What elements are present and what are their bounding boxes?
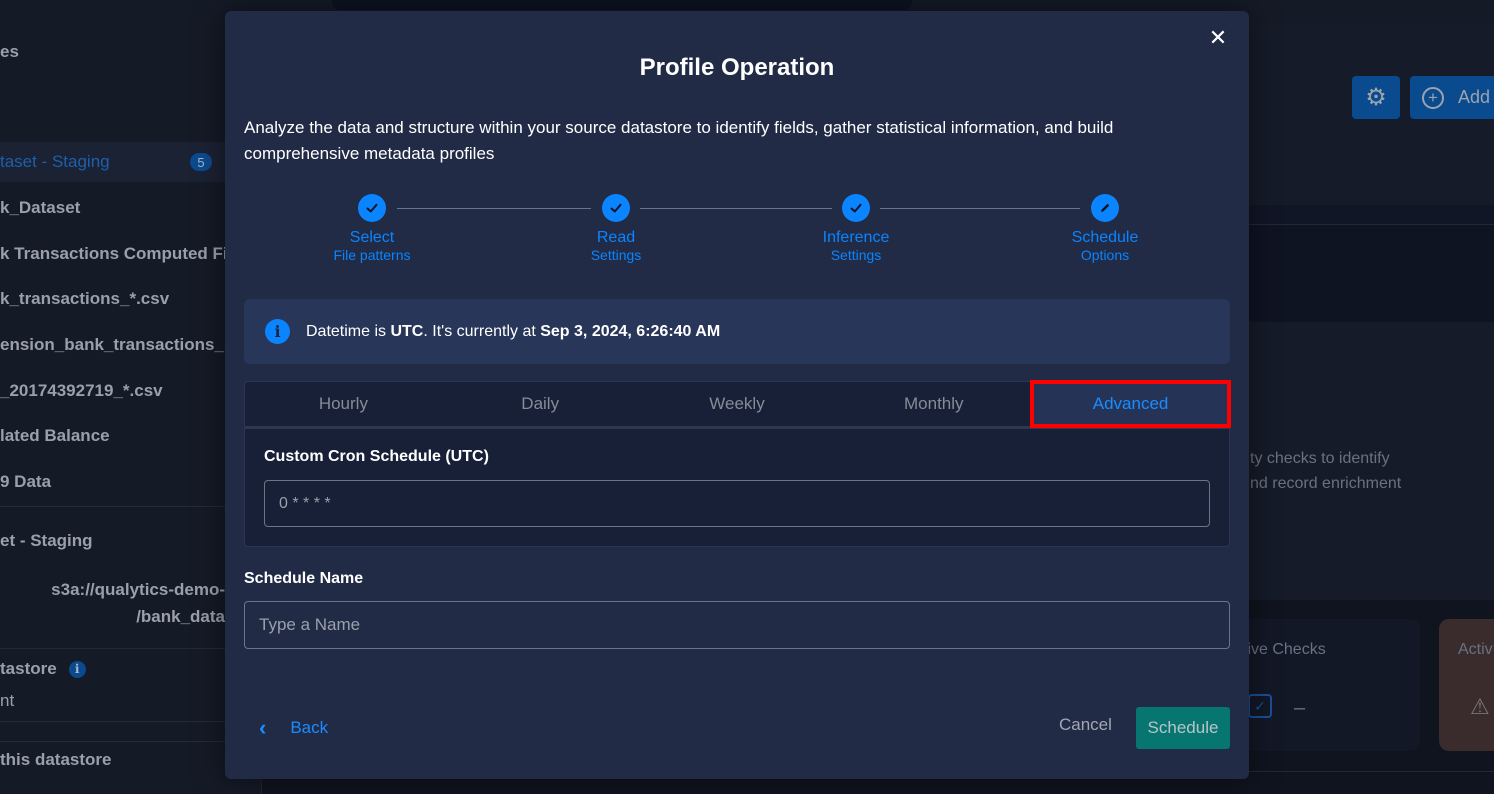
check-icon <box>602 194 630 222</box>
sidebar-item-label: k_Dataset <box>0 198 81 217</box>
sidebar-item[interactable]: es <box>0 32 262 72</box>
step-sublabel: Settings <box>590 247 642 263</box>
divider <box>0 721 262 722</box>
sidebar-item[interactable]: et - Staging <box>0 521 262 561</box>
sidebar-item[interactable]: k Transactions Computed Fil <box>0 234 262 274</box>
info-prefix: Datetime is <box>306 322 391 340</box>
info-icon: i <box>265 319 290 344</box>
check-icon <box>842 194 870 222</box>
sidebar-item-label: k Transactions Computed Fil <box>0 244 233 263</box>
description-line: nd record enrichment <box>1250 475 1402 492</box>
step-schedule-options[interactable]: Schedule Options <box>1025 194 1185 264</box>
datastore-path-line1: s3a://qualytics-demo- <box>51 580 225 599</box>
sidebar-item-label: k_transactions_*.csv <box>0 289 170 308</box>
sidebar-item[interactable]: lated Balance <box>0 416 262 456</box>
sidebar-item-label: taset - Staging <box>0 152 110 171</box>
sidebar-item-label: es <box>0 42 19 61</box>
dialog-description: Analyze the data and structure within yo… <box>244 118 1114 163</box>
back-button-label: Back <box>290 718 329 737</box>
step-label: Select <box>349 229 395 246</box>
info-timezone: UTC <box>390 322 424 340</box>
step-label: Read <box>596 229 636 246</box>
background-description: ty checks to identify nd record enrichme… <box>1250 446 1401 496</box>
sidebar-footer-item[interactable]: this datastore <box>0 740 262 780</box>
info-icon[interactable]: i <box>68 660 86 678</box>
datastore-label: tastore <box>0 659 57 678</box>
count-badge: 5 <box>190 153 212 171</box>
plus-circle-icon: + <box>1422 86 1444 109</box>
warning-icon: ⚠ <box>1470 694 1490 719</box>
schedule-button[interactable]: Schedule <box>1136 707 1230 749</box>
chevron-left-icon: ‹ <box>259 715 267 740</box>
datastore-value: nt <box>0 681 262 721</box>
checkbox-icon: ✓ <box>1248 694 1272 718</box>
sidebar-item-label: et - Staging <box>0 531 93 550</box>
tab-daily[interactable]: Daily <box>442 382 639 426</box>
sidebar-item[interactable]: ension_bank_transactions_ <box>0 325 262 365</box>
sidebar-item-label: _20174392719_*.csv <box>0 381 163 400</box>
step-select-file-patterns[interactable]: Select File patterns <box>292 194 452 264</box>
sidebar-item[interactable]: k_transactions_*.csv <box>0 279 262 319</box>
pencil-icon <box>1091 194 1119 222</box>
datastore-path-line2: /bank_data <box>136 607 225 626</box>
step-label: Schedule <box>1071 229 1139 246</box>
timezone-info-text: Datetime is UTC. It's currently at Sep 3… <box>306 323 720 341</box>
step-sublabel: File patterns <box>333 247 411 263</box>
tab-weekly[interactable]: Weekly <box>639 382 836 426</box>
sidebar: es taset - Staging 5 k_Dataset k Transac… <box>0 24 262 794</box>
close-icon[interactable]: ✕ <box>1207 25 1229 50</box>
back-button[interactable]: ‹ Back <box>259 715 328 741</box>
divider <box>0 506 262 507</box>
step-sublabel: Options <box>1080 247 1130 263</box>
active-anomalies-card[interactable]: Activ <box>1439 619 1494 751</box>
cancel-button[interactable]: Cancel <box>1059 715 1112 735</box>
gear-icon: ⚙ <box>1365 84 1387 111</box>
cron-schedule-input[interactable] <box>264 480 1210 527</box>
tab-hourly[interactable]: Hourly <box>245 382 442 426</box>
step-sublabel: Settings <box>830 247 882 263</box>
sidebar-item-active-datastore[interactable]: taset - Staging 5 <box>0 142 262 182</box>
info-middle: . It's currently at <box>423 322 541 340</box>
datastore-value-text: nt <box>0 691 15 710</box>
dialog-title: Profile Operation <box>639 54 835 81</box>
settings-button[interactable]: ⚙ <box>1352 76 1400 119</box>
schedule-frequency-panel: Hourly Daily Weekly Monthly Advanced Cus… <box>244 380 1231 547</box>
add-button[interactable]: + Add <box>1410 76 1494 119</box>
profile-operation-dialog: ✕ Profile Operation Analyze the data and… <box>225 11 1249 779</box>
schedule-tabs: Hourly Daily Weekly Monthly Advanced <box>245 380 1231 429</box>
step-inference-settings[interactable]: Inference Settings <box>776 194 936 264</box>
info-datetime: Sep 3, 2024, 6:26:40 AM <box>540 322 721 340</box>
sidebar-footer-label: this datastore <box>0 750 112 769</box>
step-read-settings[interactable]: Read Settings <box>536 194 696 264</box>
sidebar-item-label: ension_bank_transactions_ <box>0 335 224 354</box>
timezone-info-banner: i Datetime is UTC. It's currently at Sep… <box>244 299 1230 364</box>
sidebar-item-label: 9 Data <box>0 472 52 491</box>
description-line: ty checks to identify <box>1250 450 1390 467</box>
sidebar-item[interactable]: _20174392719_*.csv <box>0 371 262 411</box>
tab-monthly[interactable]: Monthly <box>835 382 1032 426</box>
global-search-bar[interactable] <box>332 0 912 10</box>
sidebar-item[interactable]: k_Dataset <box>0 188 262 228</box>
card-value: – <box>1294 697 1306 719</box>
card-title: Activ <box>1458 641 1493 658</box>
sidebar-item-label: lated Balance <box>0 426 110 445</box>
sidebar-item[interactable]: 9 Data <box>0 462 262 502</box>
check-icon <box>358 194 386 222</box>
schedule-name-input[interactable] <box>244 601 1230 649</box>
tab-advanced[interactable]: Advanced <box>1030 380 1231 428</box>
schedule-name-label: Schedule Name <box>244 570 364 587</box>
step-label: Inference <box>822 229 890 246</box>
cron-schedule-label: Custom Cron Schedule (UTC) <box>264 448 489 465</box>
add-button-label: Add <box>1458 87 1491 107</box>
